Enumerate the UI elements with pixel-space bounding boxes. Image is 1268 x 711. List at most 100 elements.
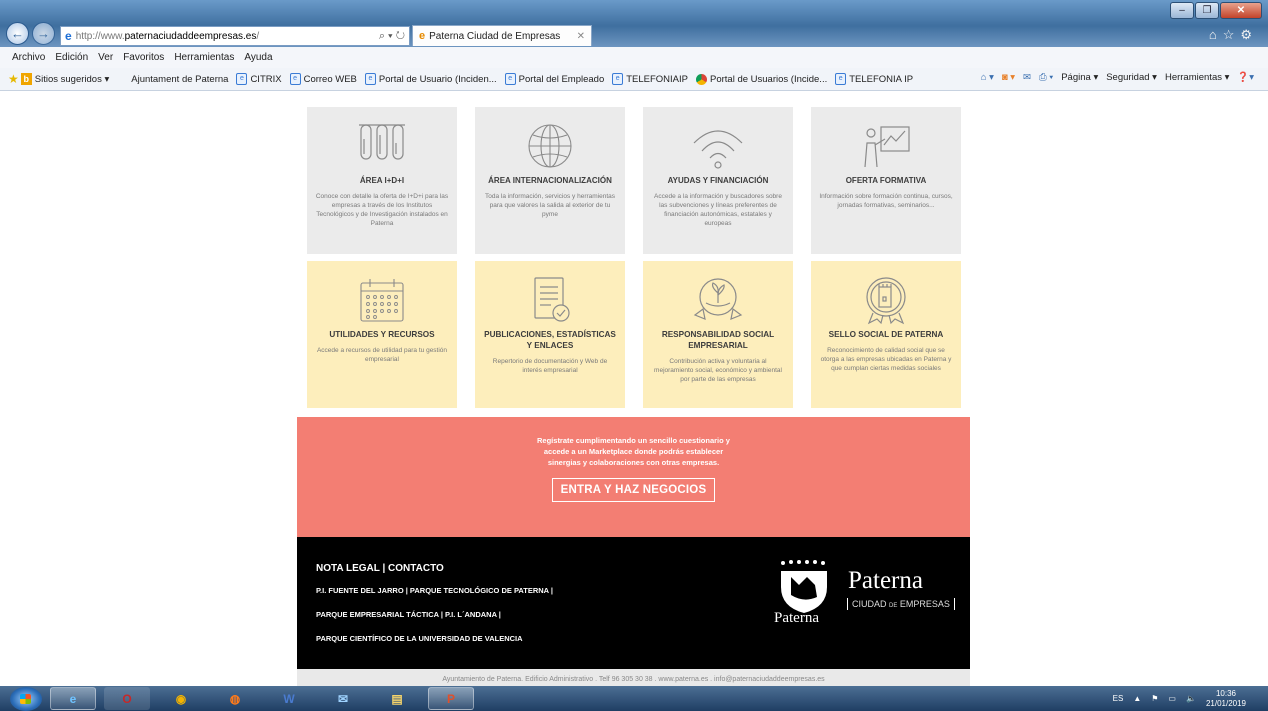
page-icon: e — [289, 73, 301, 85]
word-icon[interactable]: W — [266, 687, 312, 710]
security-menu[interactable]: Seguridad ▾ — [1106, 72, 1157, 83]
ie-page-icon: e — [65, 29, 72, 43]
fav-telefoniaip[interactable]: e TELEFONIAIP — [612, 73, 688, 85]
back-button[interactable]: ← — [6, 22, 29, 45]
page-icon: e — [504, 73, 516, 85]
rss-icon[interactable]: ◙ ▾ — [1002, 72, 1015, 83]
outlook-icon[interactable]: ✉ — [320, 687, 366, 710]
fav-telefonia-ip[interactable]: e TELEFONIA IP — [835, 73, 913, 85]
page-menu[interactable]: Página ▾ — [1061, 72, 1098, 83]
menu-bar: Archivo Edición Ver Favoritos Herramient… — [0, 47, 1268, 68]
footer-link-parks-1[interactable]: P.I. FUENTE DEL JARRO | PARQUE TECNOLÓGI… — [316, 586, 553, 595]
close-window-button[interactable]: ✕ — [1220, 2, 1262, 19]
forward-button[interactable]: → — [32, 22, 55, 45]
address-tools[interactable]: ⌕ ▾ ↻ — [379, 30, 405, 43]
footer-address: Ayuntamiento de Paterna. Edificio Admini… — [297, 669, 970, 686]
menu-favoritos[interactable]: Favoritos — [123, 52, 164, 63]
page-icon: e — [835, 73, 847, 85]
tab-favicon-icon: e — [419, 30, 426, 42]
mail-icon[interactable]: ✉ — [1023, 72, 1031, 83]
clock-time: 10:36 — [1215, 688, 1236, 698]
fav-citrix[interactable]: e CITRIX — [236, 73, 282, 85]
home-icon[interactable]: ⌂ ▾ — [981, 72, 994, 83]
settings-gear-icon[interactable]: ⚙ — [1240, 27, 1258, 42]
clock[interactable]: 10:36 21/01/2019 — [1206, 689, 1246, 709]
card-description: Accede a recursos de utilidad para tu ge… — [316, 347, 448, 363]
favorites-star-icon[interactable]: ☆ — [1223, 27, 1241, 42]
card-publicaciones[interactable]: PUBLICACIONES, ESTADÍSTICAS Y ENLACES Re… — [475, 261, 625, 408]
footer-link-legal-contact[interactable]: NOTA LEGAL | CONTACTO — [316, 563, 553, 574]
tab-title: Paterna Ciudad de Empresas — [429, 30, 561, 42]
footer-brand: Paterna — [848, 567, 923, 594]
menu-edicion[interactable]: Edición — [55, 52, 88, 63]
menu-ver[interactable]: Ver — [98, 52, 113, 63]
command-bar: ⌂ ▾ ◙ ▾ ✉ ⎙ ▾ Página ▾ Seguridad ▾ Herra… — [981, 72, 1254, 83]
language-indicator[interactable]: ES — [1113, 694, 1124, 703]
card-title: ÁREA INTERNACIONALIZACIÓN — [488, 176, 612, 185]
page-icon: e — [236, 73, 248, 85]
fav-portal-usuarios[interactable]: Portal de Usuarios (Incide... — [696, 73, 827, 85]
volume-icon[interactable]: 🔈 — [1186, 694, 1196, 703]
help-icon[interactable]: ❓▾ — [1237, 72, 1254, 83]
tray-arrow-icon[interactable]: ▲ — [1133, 694, 1141, 703]
card-ayudas-financiacion[interactable]: AYUDAS Y FINANCIACIÓN Accede a la inform… — [643, 107, 793, 254]
address-bar[interactable]: e http://www. paternaciudaddeempresas.es /… — [60, 26, 410, 46]
internet-explorer-icon[interactable]: e — [50, 687, 96, 710]
card-responsabilidad-social[interactable]: RESPONSABILIDAD SOCIAL EMPRESARIAL Contr… — [643, 261, 793, 408]
calendar-icon — [355, 275, 409, 325]
card-title: AYUDAS Y FINANCIACIÓN — [667, 176, 769, 185]
start-button[interactable] — [10, 686, 42, 711]
firefox-icon[interactable]: ◍ — [212, 687, 258, 710]
url-prefix: http://www. — [75, 30, 125, 42]
fav-correo-web[interactable]: e Correo WEB — [289, 73, 357, 85]
register-banner: Regístrate cumplimentando un sencillo cu… — [297, 417, 970, 537]
card-utilidades-recursos[interactable]: UTILIDADES Y RECURSOS Accede a recursos … — [307, 261, 457, 408]
fav-sitios-sugeridos[interactable]: b Sitios sugeridos ▾ — [20, 73, 109, 85]
maximize-button[interactable]: ❐ — [1195, 2, 1219, 19]
card-description: Conoce con detalle la oferta de I+D+i pa… — [315, 193, 449, 227]
seal-tower-icon — [859, 275, 913, 325]
signal-icon — [691, 121, 745, 171]
powerpoint-icon[interactable]: P — [428, 687, 474, 710]
card-area-idi[interactable]: ÁREA I+D+I Conoce con detalle la oferta … — [307, 107, 457, 254]
menu-ayuda[interactable]: Ayuda — [244, 52, 272, 63]
fav-portal-usuario[interactable]: e Portal de Usuario (Inciden... — [364, 73, 497, 85]
browser-tab[interactable]: e Paterna Ciudad de Empresas ✕ — [412, 25, 592, 46]
footer-link-parks-3[interactable]: PARQUE CIENTÍFICO DE LA UNIVERSIDAD DE V… — [316, 634, 553, 643]
card-title: RESPONSABILIDAD SOCIAL EMPRESARIAL — [661, 330, 775, 350]
card-internacionalizacion[interactable]: ÁREA INTERNACIONALIZACIÓN Toda la inform… — [475, 107, 625, 254]
office-icon[interactable]: O — [104, 687, 150, 710]
card-title: PUBLICACIONES, ESTADÍSTICAS Y ENLACES — [484, 330, 616, 350]
enter-business-button[interactable]: ENTRA Y HAZ NEGOCIOS — [551, 478, 716, 502]
footer-links: NOTA LEGAL | CONTACTO P.I. FUENTE DEL JA… — [316, 563, 553, 658]
card-oferta-formativa[interactable]: OFERTA FORMATIVA Información sobre forma… — [811, 107, 961, 254]
card-description: Contribución activa y voluntaria al mejo… — [654, 358, 782, 383]
menu-herramientas[interactable]: Herramientas — [174, 52, 234, 63]
card-sello-social[interactable]: SELLO SOCIAL DE PATERNA Reconocimiento d… — [811, 261, 961, 408]
explorer-folder-icon[interactable]: ▤ — [374, 687, 420, 710]
url-suffix: / — [256, 30, 260, 42]
home-icon[interactable]: ⌂ — [1209, 27, 1223, 42]
card-title: UTILIDADES Y RECURSOS — [329, 330, 435, 339]
card-description: Repertorio de documentación y Web de int… — [492, 358, 608, 374]
card-title: ÁREA I+D+I — [359, 176, 405, 185]
minimize-button[interactable]: – — [1170, 2, 1194, 19]
chrome-icon[interactable]: ◉ — [158, 687, 204, 710]
window-controls: – ❐ ✕ — [1170, 2, 1262, 19]
network-icon[interactable]: ▭ — [1168, 694, 1176, 703]
footer-link-parks-2[interactable]: PARQUE EMPRESARIAL TÁCTICA | P.I. L´ANDA… — [316, 610, 553, 619]
tools-menu[interactable]: Herramientas ▾ — [1165, 72, 1229, 83]
flag-icon[interactable]: ⚑ — [1151, 694, 1158, 703]
bing-icon: b — [20, 73, 32, 85]
menu-archivo[interactable]: Archivo — [12, 52, 45, 63]
presentation-icon — [859, 121, 913, 171]
print-icon[interactable]: ⎙ ▾ — [1039, 72, 1053, 83]
tab-close-icon[interactable]: ✕ — [577, 31, 585, 42]
fav-portal-empleado[interactable]: e Portal del Empleado — [504, 73, 604, 85]
card-title: SELLO SOCIAL DE PATERNA — [828, 330, 944, 339]
chrome-icon — [696, 73, 707, 85]
card-description: Información sobre formación continua, cu… — [819, 193, 953, 209]
favorites-star-icon[interactable]: ★ — [8, 72, 19, 86]
register-text: Regístrate cumplimentando un sencillo cu… — [537, 436, 730, 467]
fav-ajuntament[interactable]: Ajuntament de Paterna — [131, 74, 228, 85]
